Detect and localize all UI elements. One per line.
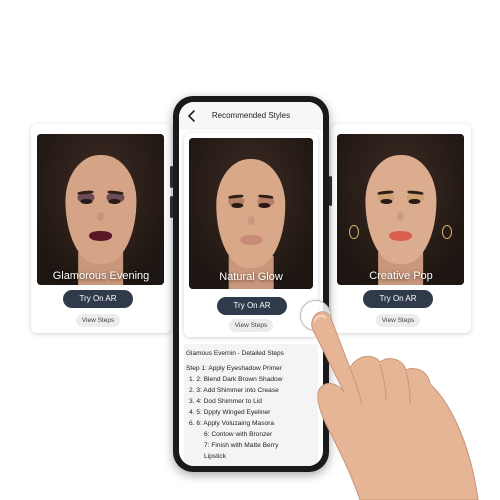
page-title: Recommended Styles xyxy=(211,111,291,120)
phone-device: Recommended Styles Natural Glow Try On A… xyxy=(170,96,332,472)
look-title: Glamorous Evening xyxy=(52,270,150,282)
tap-indicator xyxy=(300,300,331,331)
earring xyxy=(349,224,359,239)
try-on-ar-button[interactable]: Try On AR xyxy=(363,290,433,308)
look-card-glamorous-evening[interactable]: Glamorous Evening Try On AR View Steps xyxy=(31,124,171,333)
step-line: 7: Finish with Matte Berry xyxy=(204,442,279,449)
step-line: 6. 6: Apply Voluzaing Masora xyxy=(189,420,275,427)
detailed-steps-panel: Glamous Evernin - Detailed Steps Step 1:… xyxy=(184,344,318,466)
step-line: 4. 5: Dpply Winged Eyeliner xyxy=(189,409,271,416)
step-line: 2. 3: Add Shimmer into Crease xyxy=(189,387,279,394)
view-steps-button[interactable]: View Steps xyxy=(76,314,120,327)
step-line: 3. 4: Dod Shimmer to Lid xyxy=(189,398,262,405)
steps-panel-title: Glamous Evernin - Detailed Steps xyxy=(186,350,284,357)
step-line: 6: Contow with Bronzer xyxy=(204,431,273,438)
earring xyxy=(442,224,452,239)
view-steps-button[interactable]: View Steps xyxy=(376,314,420,327)
model-photo xyxy=(337,134,464,285)
model-photo xyxy=(37,134,164,285)
look-title: Natural Glow xyxy=(219,271,283,283)
look-card-natural-glow[interactable]: Natural Glow Try On AR View Steps xyxy=(184,133,318,337)
look-card-creative-pop[interactable]: Creative Pop Try On AR View Steps xyxy=(331,124,471,333)
step-line: 1. 2: Blend Dark Brown Shadow xyxy=(189,376,283,383)
step-line: Step 1: Apply Eyeshadow Primer xyxy=(186,365,283,372)
phone-side-button xyxy=(170,166,173,188)
view-steps-button[interactable]: View Steps xyxy=(229,319,273,332)
look-title: Creative Pop xyxy=(369,270,433,282)
try-on-ar-button[interactable]: Try On AR xyxy=(217,297,287,315)
phone-screen: Recommended Styles Natural Glow Try On A… xyxy=(179,102,323,466)
try-on-ar-button[interactable]: Try On AR xyxy=(63,290,133,308)
app-header: Recommended Styles xyxy=(179,102,323,130)
step-line: Lipstick xyxy=(204,453,226,460)
model-photo xyxy=(189,138,313,289)
phone-side-button xyxy=(170,196,173,218)
phone-power-button xyxy=(329,176,332,206)
